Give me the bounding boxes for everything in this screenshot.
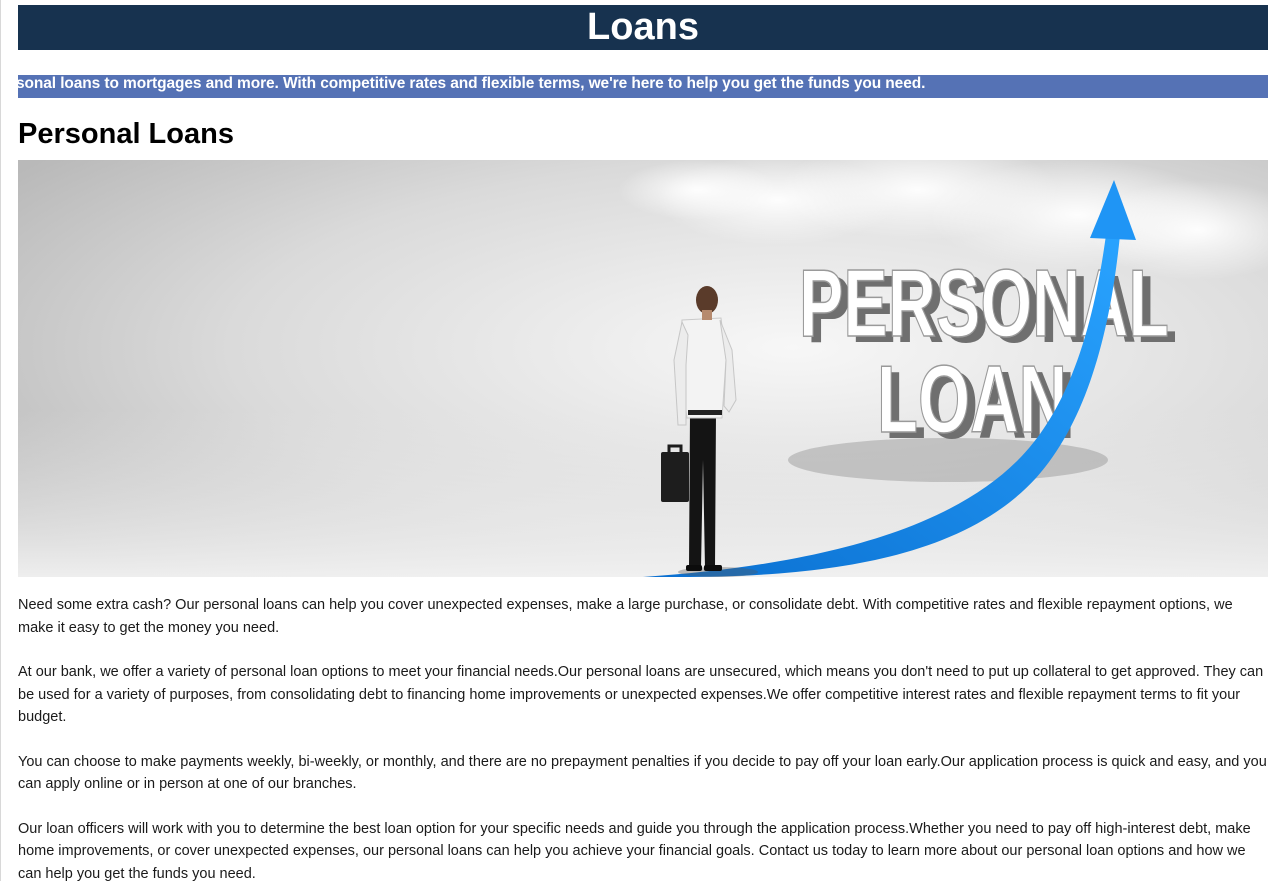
marquee-banner: ancial goals, from personal loans to mor… xyxy=(18,75,1268,98)
body-paragraph: Our loan officers will work with you to … xyxy=(18,820,1251,881)
body-paragraph: You can choose to make payments weekly, … xyxy=(18,753,1267,793)
body-paragraph: At our bank, we offer a variety of perso… xyxy=(18,664,1264,725)
marquee-text: ancial goals, from personal loans to mor… xyxy=(18,75,926,92)
page-left-border xyxy=(0,0,1,881)
personal-loan-hero-image: PERSONAL PERSONAL LOAN LOAN xyxy=(18,160,1268,577)
section-body: Need some extra cash? Our personal loans… xyxy=(18,594,1268,881)
section-heading: Personal Loans xyxy=(18,118,234,150)
body-paragraph: Need some extra cash? Our personal loans… xyxy=(18,597,1233,636)
page-title: Loans xyxy=(18,5,1268,50)
page: Loans ancial goals, from personal loans … xyxy=(0,0,1282,881)
